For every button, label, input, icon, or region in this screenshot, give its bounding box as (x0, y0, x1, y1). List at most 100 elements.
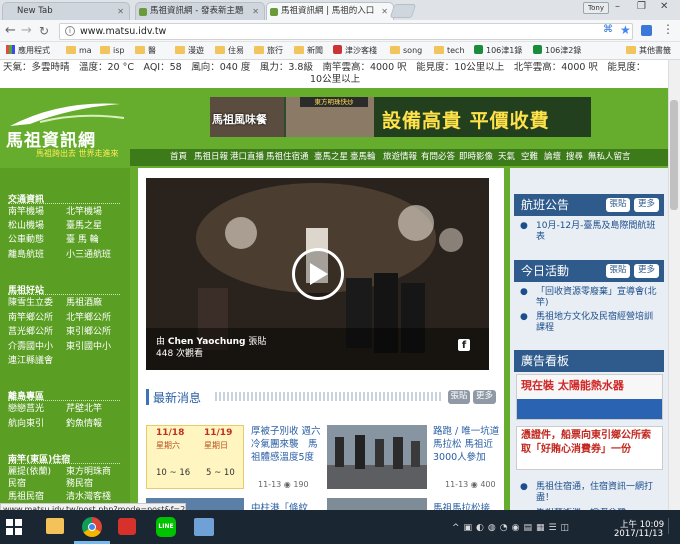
sidebar-link[interactable]: 馬祖酒廠 (66, 298, 102, 309)
bookmark-apps[interactable]: 應用程式 (6, 45, 50, 56)
link-beigan-airport[interactable]: 北竿機場 (66, 207, 102, 218)
flight-post-button[interactable]: 張貼 (606, 198, 630, 212)
new-tab-button[interactable] (389, 4, 417, 18)
nav-forum[interactable]: 論壇 (544, 149, 561, 166)
sidebar-link[interactable]: 戀戀莒光 (8, 404, 44, 415)
start-windows-icon[interactable] (6, 519, 22, 535)
sidebar-link[interactable]: 釣魚情報 (66, 419, 102, 430)
tab-active[interactable]: 馬祖資訊網 | 馬祖的入口 ✕ (266, 2, 394, 20)
today-link-1[interactable]: 「回收資源零廢棄」宣導會(北竿) (536, 287, 658, 309)
bookmark-housing[interactable]: 住易 (215, 45, 244, 56)
bookmark-tech[interactable]: tech (434, 45, 465, 56)
news-more-button[interactable]: 更多 (473, 390, 496, 404)
show-desktop-button[interactable] (668, 518, 678, 534)
maximize-icon[interactable]: ❐ (637, 1, 646, 12)
nav-live-image[interactable]: 即時影像 (459, 149, 493, 166)
ad-voucher[interactable]: 憑證件，船票向東引鄉公所索取「好賄心消費券」一份 (516, 426, 663, 470)
bookmark-other[interactable]: 其他書籤 (626, 45, 671, 56)
url-text[interactable]: www.matsu.idv.tw (80, 24, 166, 39)
nav-star[interactable]: 臺馬之星 (314, 149, 348, 166)
bookmark-106-2[interactable]: 106津2錄 (533, 45, 581, 56)
sidebar-link[interactable]: 莒光鄉公所 (8, 327, 53, 338)
menu-icon[interactable]: ⋮ (662, 22, 674, 36)
bookmark-isp[interactable]: isp (100, 45, 124, 56)
sidebar-link[interactable]: 北竿鄉公所 (66, 313, 111, 324)
sidebar-link[interactable]: 清水灣客棧 (66, 492, 111, 503)
bookmark-travel[interactable]: 旅行 (254, 45, 283, 56)
scrollbar-thumb[interactable] (670, 100, 678, 210)
today-post-button[interactable]: 張貼 (606, 264, 630, 278)
sidebar-link[interactable]: 東引國中小 (66, 342, 111, 353)
link-mini-three-links[interactable]: 小三通航班 (66, 250, 111, 261)
link-taima-ship[interactable]: 臺 馬 輪 (66, 235, 99, 246)
nav-search[interactable]: 搜尋 (566, 149, 583, 166)
sidebar-link[interactable]: 民宿 (8, 479, 26, 490)
nav-weather[interactable]: 天氣 (498, 149, 515, 166)
sidebar-link[interactable]: 陳雪生立委 (8, 298, 53, 309)
app-icon[interactable] (118, 518, 136, 535)
bookmark-roaming[interactable]: 漫遊 (175, 45, 204, 56)
sidebar-link[interactable]: 馬祖民宿 (8, 492, 44, 503)
bookmark-medical[interactable]: 醫 (135, 45, 156, 56)
bookmark-jinsha[interactable]: 津沙客棧 (333, 45, 377, 56)
nav-travel[interactable]: 旅遊情報 (383, 149, 417, 166)
nav-daily[interactable]: 馬祖日報 (194, 149, 228, 166)
close-icon[interactable]: ✕ (252, 3, 259, 20)
link-bus[interactable]: 公車動態 (8, 235, 44, 246)
link-island-flights[interactable]: 離島航班 (8, 250, 44, 261)
sidebar-link[interactable]: 介壽國中小 (8, 342, 53, 353)
profile-button[interactable]: Tony (583, 2, 609, 14)
sidebar-link[interactable]: 東方明珠商 (66, 467, 111, 478)
nav-home[interactable]: 首頁 (170, 149, 187, 166)
sidebar-link[interactable]: 芹壁北竿 (66, 404, 102, 415)
link-taima-star[interactable]: 臺馬之星 (66, 221, 102, 232)
nav-port-live[interactable]: 港口直播 (230, 149, 264, 166)
nav-qa[interactable]: 有問必答 (421, 149, 455, 166)
paint-icon[interactable] (194, 518, 214, 536)
reload-icon[interactable]: ↻ (39, 24, 49, 38)
clock-date[interactable]: 2017/11/13 (614, 529, 663, 539)
news-photo-runners[interactable] (327, 425, 427, 489)
bookmark-song[interactable]: song (390, 45, 422, 56)
sidebar-link[interactable]: 連江縣議會 (8, 356, 53, 367)
nav-ship[interactable]: 臺馬輪 (350, 149, 376, 166)
extension-icon[interactable] (641, 25, 652, 36)
today-more-button[interactable]: 更多 (634, 264, 659, 278)
translate-icon[interactable]: ⌘ (603, 24, 613, 35)
sidebar-link[interactable]: 務民宿 (66, 479, 93, 490)
ad-solar[interactable]: 現在裝 太陽能熱水器 (516, 374, 663, 420)
explorer-icon[interactable] (46, 518, 64, 534)
window-close-icon[interactable]: ✕ (660, 1, 668, 12)
ad-link-1[interactable]: 馬祖住宿通，住宿資訊一網打盡！ (536, 482, 658, 504)
nav-message[interactable]: 無私人留言 (588, 149, 631, 166)
facebook-icon[interactable]: f (458, 339, 470, 351)
tab-post-topic[interactable]: 馬祖資訊網 - 發表新主題 ✕ (135, 2, 265, 20)
close-icon[interactable]: ✕ (381, 3, 388, 20)
line-icon[interactable]: LINE (156, 517, 176, 537)
bookmark-star-icon[interactable]: ★ (620, 23, 631, 37)
sidebar-link[interactable]: 航向東引 (8, 419, 44, 430)
flight-more-button[interactable]: 更多 (634, 198, 659, 212)
close-icon[interactable]: ✕ (117, 3, 124, 20)
forward-icon[interactable]: → (21, 24, 32, 38)
minimize-icon[interactable]: – (615, 1, 620, 12)
sidebar-link[interactable]: 東引鄉公所 (66, 327, 111, 338)
sidebar-link[interactable]: 南竿鄉公所 (8, 313, 53, 324)
system-tray-icons[interactable]: ^▣◐◍◔◉▤▦☰◫ (452, 523, 573, 533)
news-item-2[interactable]: 路跑 / 唯一坑道馬拉松 馬祖近3000人參加 (433, 425, 503, 481)
back-icon[interactable]: ← (5, 24, 16, 38)
nav-lodging[interactable]: 馬祖住宿通 (266, 149, 309, 166)
bookmark-106-1[interactable]: 106津1錄 (474, 45, 522, 56)
sidebar-link[interactable]: 麗提(依蘭) (8, 467, 51, 478)
bookmark-news[interactable]: 新聞 (294, 45, 323, 56)
link-songshan-airport[interactable]: 松山機場 (8, 221, 44, 232)
news-item-1[interactable]: 厚被子別收 週六冷氣團來襲 馬祖體感溫度5度 (251, 425, 321, 481)
tab-new-tab[interactable]: New Tab ✕ (2, 2, 130, 20)
info-icon[interactable]: i (65, 26, 75, 36)
nav-air[interactable]: 空難 (521, 149, 538, 166)
bookmark-ma[interactable]: ma (66, 45, 92, 56)
flight-link[interactable]: 10月-12月-臺馬及島際間航班表 (536, 221, 656, 243)
today-link-2[interactable]: 馬祖地方文化及民宿經營培訓課程 (536, 312, 660, 334)
link-nangan-airport[interactable]: 南竿機場 (8, 207, 44, 218)
news-photo-4[interactable] (327, 498, 427, 510)
